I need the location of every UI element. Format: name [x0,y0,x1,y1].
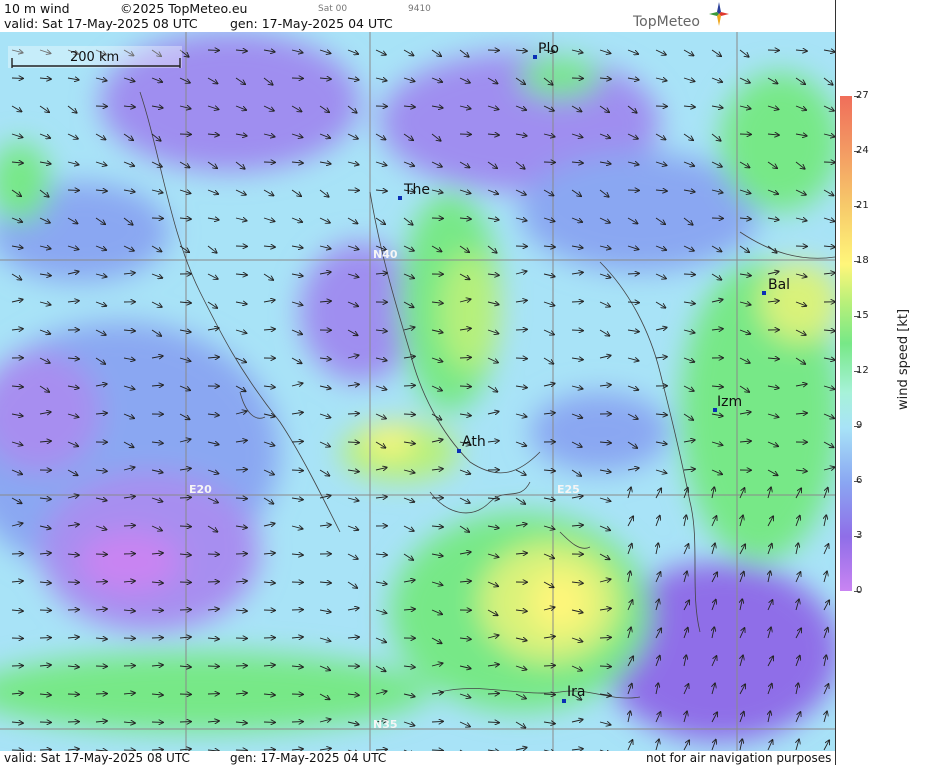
city-label-izm: Izm [717,394,743,410]
wind-arrow [347,442,359,443]
wind-arrow [543,694,555,695]
compass-star-icon [709,2,729,26]
grid-label-n35: N35 [373,718,398,731]
topmeteo-logo: TopMeteo [633,0,743,32]
city-dot [457,449,461,453]
legend-color-bar [840,96,852,591]
wind-arrow [347,413,359,414]
wind-arrow [179,526,191,527]
city-label-plo: Plo [538,41,559,57]
wind-arrow [627,273,639,274]
wind-arrow [403,414,415,415]
wind-arrow [543,665,555,666]
wind-arrow [459,386,471,387]
legend-tick-label: 12 [856,365,869,376]
legend-title: wind speed [kt] [896,308,911,410]
scale-label: 200 km [70,50,120,65]
wind-arrow [487,722,499,723]
wind-arrow [291,441,303,442]
navigation-disclaimer: not for air navigation purposes [646,751,832,765]
map-header: 10 m wind ©2025 TopMeteo.eu Sat 00 9410 … [0,0,835,32]
wind-arrow [599,666,611,667]
legend-tick-label: 15 [856,310,869,321]
city-dot [762,291,766,295]
grid-label-e25: E25 [557,483,580,496]
code-label: 9410 [408,4,431,14]
brand-name: TopMeteo [633,14,700,30]
wind-arrow [431,721,443,722]
wind-map[interactable]: 200 km N40 E20 E25 N35 Plo The Bal Izm A… [0,32,840,751]
footer-gen-time: gen: 17-May-2025 04 UTC [230,751,387,765]
wind-arrow [683,274,695,275]
wind-arrow [403,385,415,386]
wind-map-canvas [0,32,840,751]
wind-arrow [179,497,191,498]
legend-tick-label: 18 [856,255,869,266]
city-dot [533,55,537,59]
wind-arrow [599,637,611,638]
map-footer: valid: Sat 17-May-2025 08 UTC gen: 17-Ma… [0,751,835,765]
wind-arrow [235,498,247,499]
wind-arrow [627,302,639,303]
wind-arrow [487,693,499,694]
legend-tick-label: 0 [856,585,863,596]
legend-tick-label: 27 [856,90,869,101]
valid-time: valid: Sat 17-May-2025 08 UTC [4,16,198,31]
city-label-bal: Bal [768,277,791,293]
wind-arrow [123,525,135,526]
city-label-ath: Ath [462,434,486,450]
city-dot [398,196,402,200]
copyright-text: ©2025 TopMeteo.eu [120,1,248,16]
legend-tick-label: 24 [856,145,869,156]
wind-arrow [571,301,583,302]
legend-tick-label: 3 [856,530,863,541]
wind-arrow [515,358,527,359]
wind-arrow [375,749,387,750]
product-title: 10 m wind [4,1,70,16]
city-label-the: The [404,182,431,198]
legend-tick-label: 6 [856,475,863,486]
wind-arrow [515,329,527,330]
legend-tick-label: 21 [856,200,869,211]
wind-arrow [459,357,471,358]
gen-time: gen: 17-May-2025 04 UTC [230,16,393,31]
city-label-ira: Ira [567,684,586,700]
wind-speed-legend: 27 24 21 18 15 12 9 6 3 0 wind speed [kt] [835,0,925,765]
grid-label-n40: N40 [373,248,398,261]
wind-arrow [571,330,583,331]
wind-arrow [291,470,303,471]
city-dot [562,699,566,703]
sat-label: Sat 00 [318,4,348,14]
legend-tick-label: 9 [856,420,863,431]
footer-valid-time: valid: Sat 17-May-2025 08 UTC [4,751,190,765]
wind-arrow [235,469,247,470]
grid-label-e20: E20 [189,483,212,496]
